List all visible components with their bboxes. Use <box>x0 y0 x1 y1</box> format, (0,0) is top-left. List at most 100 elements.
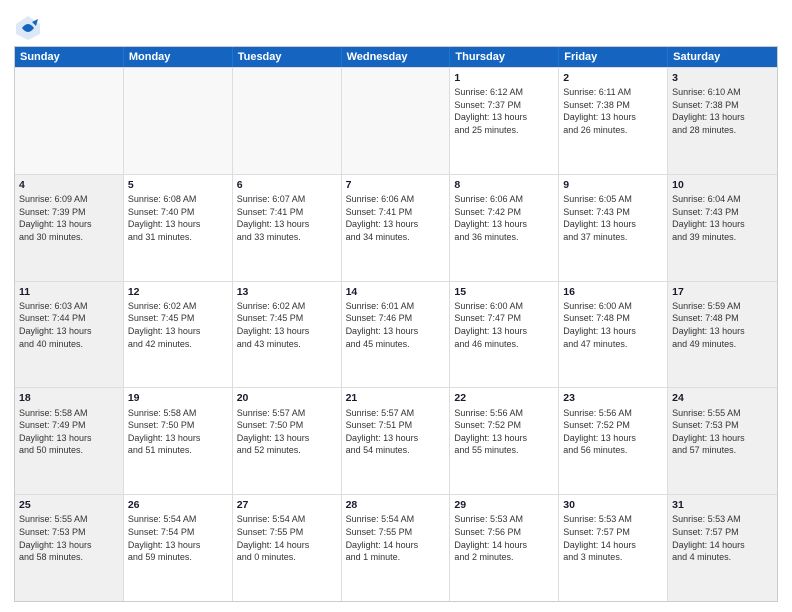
logo-icon <box>14 14 42 42</box>
calendar-cell: 1Sunrise: 6:12 AM Sunset: 7:37 PM Daylig… <box>450 68 559 174</box>
day-number: 29 <box>454 498 554 512</box>
day-info: Sunrise: 6:00 AM Sunset: 7:48 PM Dayligh… <box>563 300 663 350</box>
day-info: Sunrise: 5:53 AM Sunset: 7:57 PM Dayligh… <box>672 513 773 563</box>
day-number: 4 <box>19 178 119 192</box>
calendar-cell: 19Sunrise: 5:58 AM Sunset: 7:50 PM Dayli… <box>124 388 233 494</box>
day-info: Sunrise: 5:59 AM Sunset: 7:48 PM Dayligh… <box>672 300 773 350</box>
calendar-cell: 28Sunrise: 5:54 AM Sunset: 7:55 PM Dayli… <box>342 495 451 601</box>
day-number: 3 <box>672 71 773 85</box>
day-number: 6 <box>237 178 337 192</box>
day-info: Sunrise: 5:57 AM Sunset: 7:50 PM Dayligh… <box>237 407 337 457</box>
day-info: Sunrise: 5:55 AM Sunset: 7:53 PM Dayligh… <box>672 407 773 457</box>
header-day-friday: Friday <box>559 47 668 67</box>
day-number: 28 <box>346 498 446 512</box>
day-info: Sunrise: 6:00 AM Sunset: 7:47 PM Dayligh… <box>454 300 554 350</box>
calendar-cell: 29Sunrise: 5:53 AM Sunset: 7:56 PM Dayli… <box>450 495 559 601</box>
calendar-cell: 16Sunrise: 6:00 AM Sunset: 7:48 PM Dayli… <box>559 282 668 388</box>
calendar-row-4: 18Sunrise: 5:58 AM Sunset: 7:49 PM Dayli… <box>15 387 777 494</box>
day-number: 21 <box>346 391 446 405</box>
calendar-cell: 13Sunrise: 6:02 AM Sunset: 7:45 PM Dayli… <box>233 282 342 388</box>
day-info: Sunrise: 6:07 AM Sunset: 7:41 PM Dayligh… <box>237 193 337 243</box>
calendar-cell: 24 Sunrise: 5:55 AM Sunset: 7:53 PM Dayli… <box>668 388 777 494</box>
calendar-cell: 23Sunrise: 5:56 AM Sunset: 7:52 PM Dayli… <box>559 388 668 494</box>
day-number: 13 <box>237 285 337 299</box>
calendar-cell: 30Sunrise: 5:53 AM Sunset: 7:57 PM Dayli… <box>559 495 668 601</box>
calendar-cell: 12Sunrise: 6:02 AM Sunset: 7:45 PM Dayli… <box>124 282 233 388</box>
day-number: 16 <box>563 285 663 299</box>
day-number: 22 <box>454 391 554 405</box>
calendar-cell: 15Sunrise: 6:00 AM Sunset: 7:47 PM Dayli… <box>450 282 559 388</box>
header-day-thursday: Thursday <box>450 47 559 67</box>
day-number: 31 <box>672 498 773 512</box>
calendar-cell: 27Sunrise: 5:54 AM Sunset: 7:55 PM Dayli… <box>233 495 342 601</box>
day-info: Sunrise: 5:56 AM Sunset: 7:52 PM Dayligh… <box>563 407 663 457</box>
day-number: 2 <box>563 71 663 85</box>
calendar-cell: 11Sunrise: 6:03 AM Sunset: 7:44 PM Dayli… <box>15 282 124 388</box>
calendar-cell: 20 Sunrise: 5:57 AM Sunset: 7:50 PM Dayli… <box>233 388 342 494</box>
day-number: 1 <box>454 71 554 85</box>
day-number: 26 <box>128 498 228 512</box>
day-number: 17 <box>672 285 773 299</box>
day-number: 18 <box>19 391 119 405</box>
calendar-cell: 17Sunrise: 5:59 AM Sunset: 7:48 PM Dayli… <box>668 282 777 388</box>
calendar: SundayMondayTuesdayWednesdayThursdayFrid… <box>14 46 778 602</box>
header-day-tuesday: Tuesday <box>233 47 342 67</box>
header-day-monday: Monday <box>124 47 233 67</box>
calendar-cell <box>15 68 124 174</box>
calendar-cell: 14Sunrise: 6:01 AM Sunset: 7:46 PM Dayli… <box>342 282 451 388</box>
header-day-saturday: Saturday <box>668 47 777 67</box>
day-number: 11 <box>19 285 119 299</box>
calendar-cell: 10Sunrise: 6:04 AM Sunset: 7:43 PM Dayli… <box>668 175 777 281</box>
day-info: Sunrise: 6:11 AM Sunset: 7:38 PM Dayligh… <box>563 86 663 136</box>
page: SundayMondayTuesdayWednesdayThursdayFrid… <box>0 0 792 612</box>
day-info: Sunrise: 6:06 AM Sunset: 7:42 PM Dayligh… <box>454 193 554 243</box>
day-info: Sunrise: 5:54 AM Sunset: 7:55 PM Dayligh… <box>346 513 446 563</box>
day-info: Sunrise: 6:02 AM Sunset: 7:45 PM Dayligh… <box>128 300 228 350</box>
day-number: 27 <box>237 498 337 512</box>
day-number: 20 <box>237 391 337 405</box>
day-number: 8 <box>454 178 554 192</box>
day-number: 7 <box>346 178 446 192</box>
day-number: 30 <box>563 498 663 512</box>
calendar-cell: 8Sunrise: 6:06 AM Sunset: 7:42 PM Daylig… <box>450 175 559 281</box>
day-number: 9 <box>563 178 663 192</box>
calendar-cell: 9Sunrise: 6:05 AM Sunset: 7:43 PM Daylig… <box>559 175 668 281</box>
day-number: 12 <box>128 285 228 299</box>
day-info: Sunrise: 6:06 AM Sunset: 7:41 PM Dayligh… <box>346 193 446 243</box>
header <box>14 10 778 42</box>
calendar-row-3: 11Sunrise: 6:03 AM Sunset: 7:44 PM Dayli… <box>15 281 777 388</box>
day-number: 5 <box>128 178 228 192</box>
calendar-header-row: SundayMondayTuesdayWednesdayThursdayFrid… <box>15 47 777 67</box>
day-info: Sunrise: 6:03 AM Sunset: 7:44 PM Dayligh… <box>19 300 119 350</box>
calendar-cell: 26Sunrise: 5:54 AM Sunset: 7:54 PM Dayli… <box>124 495 233 601</box>
calendar-row-2: 4Sunrise: 6:09 AM Sunset: 7:39 PM Daylig… <box>15 174 777 281</box>
calendar-cell: 4Sunrise: 6:09 AM Sunset: 7:39 PM Daylig… <box>15 175 124 281</box>
day-info: Sunrise: 6:02 AM Sunset: 7:45 PM Dayligh… <box>237 300 337 350</box>
calendar-cell <box>124 68 233 174</box>
calendar-cell: 7Sunrise: 6:06 AM Sunset: 7:41 PM Daylig… <box>342 175 451 281</box>
day-info: Sunrise: 6:12 AM Sunset: 7:37 PM Dayligh… <box>454 86 554 136</box>
calendar-cell: 22 Sunrise: 5:56 AM Sunset: 7:52 PM Dayli… <box>450 388 559 494</box>
calendar-cell: 6Sunrise: 6:07 AM Sunset: 7:41 PM Daylig… <box>233 175 342 281</box>
calendar-cell: 3Sunrise: 6:10 AM Sunset: 7:38 PM Daylig… <box>668 68 777 174</box>
day-info: Sunrise: 6:04 AM Sunset: 7:43 PM Dayligh… <box>672 193 773 243</box>
calendar-cell: 18Sunrise: 5:58 AM Sunset: 7:49 PM Dayli… <box>15 388 124 494</box>
header-day-wednesday: Wednesday <box>342 47 451 67</box>
calendar-row-5: 25Sunrise: 5:55 AM Sunset: 7:53 PM Dayli… <box>15 494 777 601</box>
day-info: Sunrise: 5:56 AM Sunset: 7:52 PM Dayligh… <box>454 407 554 457</box>
day-info: Sunrise: 5:53 AM Sunset: 7:57 PM Dayligh… <box>563 513 663 563</box>
day-info: Sunrise: 6:09 AM Sunset: 7:39 PM Dayligh… <box>19 193 119 243</box>
logo <box>14 14 46 42</box>
day-number: 24 <box>672 391 773 405</box>
calendar-cell: 25Sunrise: 5:55 AM Sunset: 7:53 PM Dayli… <box>15 495 124 601</box>
day-info: Sunrise: 5:54 AM Sunset: 7:55 PM Dayligh… <box>237 513 337 563</box>
day-info: Sunrise: 6:08 AM Sunset: 7:40 PM Dayligh… <box>128 193 228 243</box>
calendar-cell: 31Sunrise: 5:53 AM Sunset: 7:57 PM Dayli… <box>668 495 777 601</box>
calendar-cell: 2Sunrise: 6:11 AM Sunset: 7:38 PM Daylig… <box>559 68 668 174</box>
calendar-row-1: 1Sunrise: 6:12 AM Sunset: 7:37 PM Daylig… <box>15 67 777 174</box>
day-info: Sunrise: 5:55 AM Sunset: 7:53 PM Dayligh… <box>19 513 119 563</box>
day-info: Sunrise: 6:10 AM Sunset: 7:38 PM Dayligh… <box>672 86 773 136</box>
calendar-cell: 21Sunrise: 5:57 AM Sunset: 7:51 PM Dayli… <box>342 388 451 494</box>
day-info: Sunrise: 5:54 AM Sunset: 7:54 PM Dayligh… <box>128 513 228 563</box>
day-number: 19 <box>128 391 228 405</box>
